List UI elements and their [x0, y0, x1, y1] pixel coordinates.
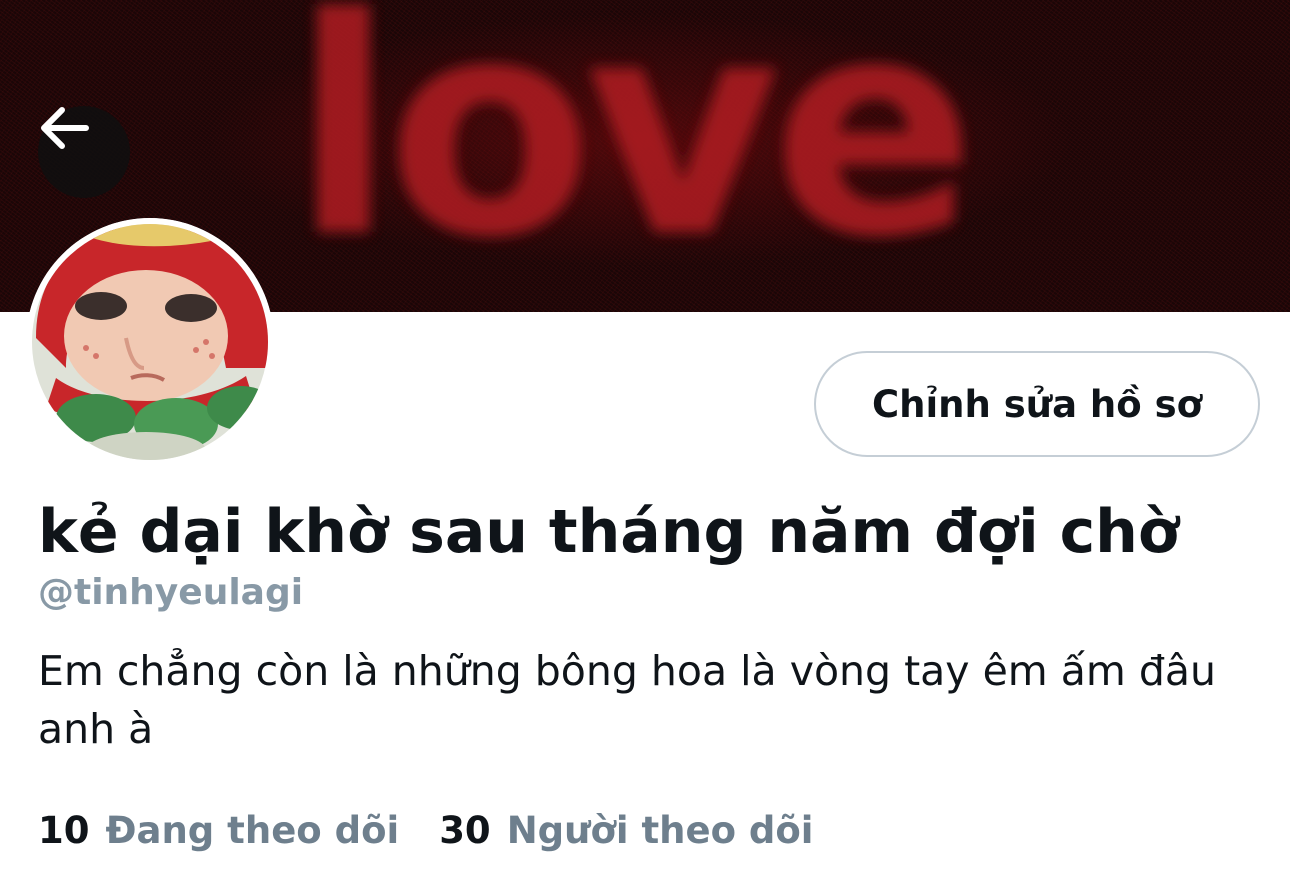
username-handle: @tinhyeulagi — [38, 572, 304, 613]
follow-stats: 10 Đang theo dõi 30 Người theo dõi — [38, 806, 853, 856]
banner-love-text: love — [292, 0, 968, 303]
avatar-figurine-image — [26, 218, 274, 466]
back-button[interactable] — [38, 106, 130, 198]
arrow-left-icon — [41, 107, 89, 149]
followers-link[interactable]: 30 Người theo dõi — [439, 806, 813, 856]
profile-bio: Em chẳng còn là những bông hoa là vòng t… — [38, 647, 1217, 753]
following-link[interactable]: 10 Đang theo dõi — [38, 806, 399, 856]
edit-profile-label: Chỉnh sửa hồ sơ — [871, 382, 1203, 426]
following-count: 10 — [38, 809, 90, 852]
following-label: Đang theo dõi — [105, 809, 400, 852]
profile-page: love Chỉnh sửa hồ sơ kẻ dại khờ sau thán… — [0, 0, 1290, 892]
edit-profile-button[interactable]: Chỉnh sửa hồ sơ — [814, 351, 1260, 457]
display-name: kẻ dại khờ sau tháng năm đợi chờ — [38, 497, 1180, 567]
followers-label: Người theo dõi — [506, 809, 814, 852]
followers-count: 30 — [439, 809, 491, 852]
avatar[interactable] — [26, 218, 274, 466]
